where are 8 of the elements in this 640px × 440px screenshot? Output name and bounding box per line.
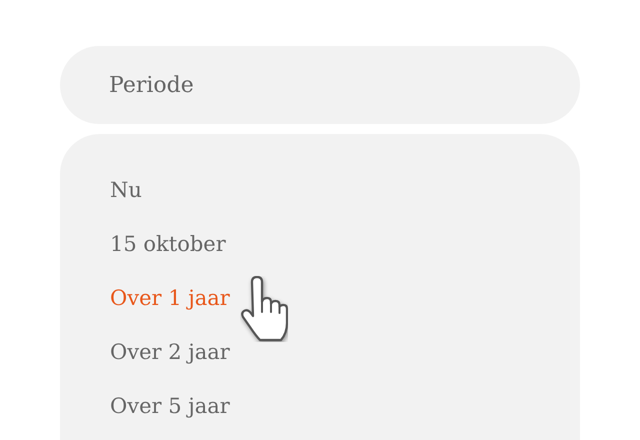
dropdown-option[interactable]: Over 2 jaar xyxy=(110,336,230,368)
dropdown-option[interactable]: Nu xyxy=(110,174,142,206)
period-dropdown[interactable]: Periode xyxy=(60,46,580,124)
dropdown-label: Periode xyxy=(109,72,194,100)
dropdown-option[interactable]: 15 oktober xyxy=(110,228,226,260)
dropdown-option[interactable]: Over 5 jaar xyxy=(110,390,230,422)
dropdown-option[interactable]: Over 1 jaar xyxy=(110,282,230,314)
hand-cursor-icon xyxy=(240,276,288,342)
